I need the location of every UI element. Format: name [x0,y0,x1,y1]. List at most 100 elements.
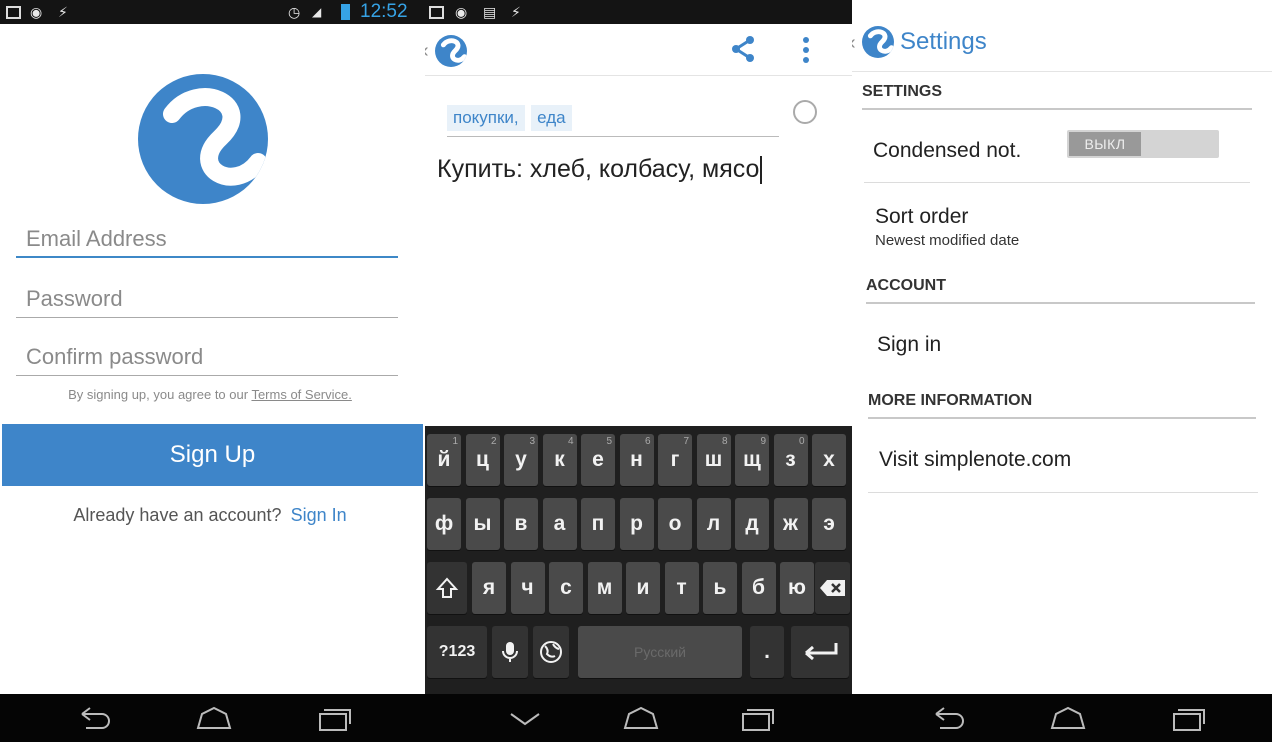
recents-nav-icon[interactable] [737,702,777,734]
back-nav-icon[interactable] [74,702,114,734]
divider [864,182,1250,183]
language-key[interactable] [533,626,569,678]
key-hint: 2 [490,436,497,447]
key[interactable]: щ9 [735,434,769,486]
key[interactable]: к4 [542,434,577,486]
simplenote-logo-icon[interactable] [862,26,894,58]
password-input[interactable] [16,282,398,316]
key[interactable]: а [542,498,577,550]
key[interactable]: в [504,498,538,550]
key[interactable]: ю [780,562,814,614]
home-nav-icon[interactable] [1048,702,1088,734]
key-label: р [630,512,643,535]
sync-icon: ◉ [455,4,468,20]
home-nav-icon[interactable] [194,702,234,734]
sign-in-link[interactable]: Sign In [291,505,347,525]
microphone-key[interactable] [492,626,528,678]
key-hint: 6 [644,436,651,447]
key[interactable]: з0 [773,434,808,486]
key[interactable]: н6 [619,434,654,486]
sign-in-item[interactable]: Sign in [877,333,941,357]
confirm-password-field[interactable] [16,340,398,376]
key[interactable]: ж [773,498,808,550]
backspace-key[interactable] [815,562,850,614]
key[interactable]: г7 [658,434,692,486]
key[interactable]: л [696,498,731,550]
key-label: я [482,576,496,599]
sign-up-button[interactable]: Sign Up [2,424,423,486]
sort-order-value: Newest modified date [875,232,1020,249]
key-label: й [437,448,451,471]
note-editor-screen: ◉ ▤ ⚡ ‹ покупки, еда Купить: хлеб, колба… [425,0,852,742]
key[interactable]: й1 [427,434,461,486]
charging-icon: ⚡ [511,4,521,20]
terms-of-service-link[interactable]: Terms of Service. [251,387,351,402]
image-icon [429,6,444,19]
key[interactable]: ф [427,498,461,550]
simplenote-logo-icon[interactable] [435,35,467,67]
key-label: м [596,576,613,599]
key[interactable]: п [581,498,615,550]
space-key[interactable]: Русский [578,626,742,678]
key[interactable]: ь [703,562,737,614]
signal-icon: ◢ [312,5,322,19]
key[interactable]: б [741,562,776,614]
key[interactable]: и [626,562,660,614]
key-label: о [668,512,682,535]
condensed-toggle[interactable]: ВЫКЛ [1067,130,1219,158]
note-body[interactable]: Купить: хлеб, колбасу, мясо [437,155,763,185]
key[interactable]: ц2 [465,434,500,486]
tag-chip[interactable]: еда [531,105,572,131]
email-input[interactable] [16,222,398,256]
key[interactable]: ш8 [696,434,731,486]
section-header-settings: SETTINGS [862,83,1252,110]
key[interactable]: я [472,562,506,614]
signup-screen: ◉ ⚡ ◷ ◢ 12:52 By signing up, you agree t… [0,0,425,742]
section-header-more-information: MORE INFORMATION [868,392,1256,419]
key[interactable]: ч [510,562,545,614]
key-hint: 5 [606,436,612,447]
status-bar: ◉ ⚡ ◷ ◢ 12:52 [0,0,425,24]
sort-order-label[interactable]: Sort order [875,205,968,229]
visit-website-item[interactable]: Visit simplenote.com [879,448,1071,472]
tag-chip[interactable]: покупки, [447,105,525,131]
recents-nav-icon[interactable] [1168,702,1208,734]
confirm-password-input[interactable] [16,340,398,374]
key[interactable]: д [735,498,769,550]
share-icon[interactable] [728,34,758,64]
key[interactable]: х [812,434,846,486]
chevron-left-icon[interactable]: ‹ [425,40,429,63]
symbols-key[interactable]: ?123 [427,626,487,678]
image-icon: ▤ [483,4,497,20]
key[interactable]: э [812,498,846,550]
action-bar: ‹ Settings [852,20,1272,72]
chevron-down-icon[interactable] [505,702,545,734]
recents-nav-icon[interactable] [314,702,354,734]
overflow-menu-icon[interactable] [801,36,811,64]
back-nav-icon[interactable] [928,702,968,734]
key-hint: 0 [798,436,805,447]
globe-icon [540,641,562,663]
email-field[interactable] [16,222,398,258]
period-key[interactable]: . [750,626,784,678]
sync-icon: ◉ [30,4,43,20]
password-field[interactable] [16,282,398,318]
key[interactable]: е5 [581,434,615,486]
enter-key[interactable] [791,626,849,678]
nav-bar [852,694,1272,742]
key[interactable]: р [619,498,654,550]
shift-key[interactable] [427,562,467,614]
charging-icon: ⚡ [58,4,68,20]
action-bar: ‹ [425,24,852,76]
key-label: и [636,576,650,599]
key[interactable]: м [587,562,622,614]
key[interactable]: с [549,562,583,614]
key[interactable]: о [658,498,692,550]
key[interactable]: т [664,562,699,614]
pin-toggle[interactable] [793,100,817,124]
home-nav-icon[interactable] [621,702,661,734]
key[interactable]: ы [465,498,500,550]
chevron-left-icon[interactable]: ‹ [852,32,856,55]
tag-input[interactable]: покупки, еда [447,103,779,137]
key[interactable]: у3 [504,434,538,486]
